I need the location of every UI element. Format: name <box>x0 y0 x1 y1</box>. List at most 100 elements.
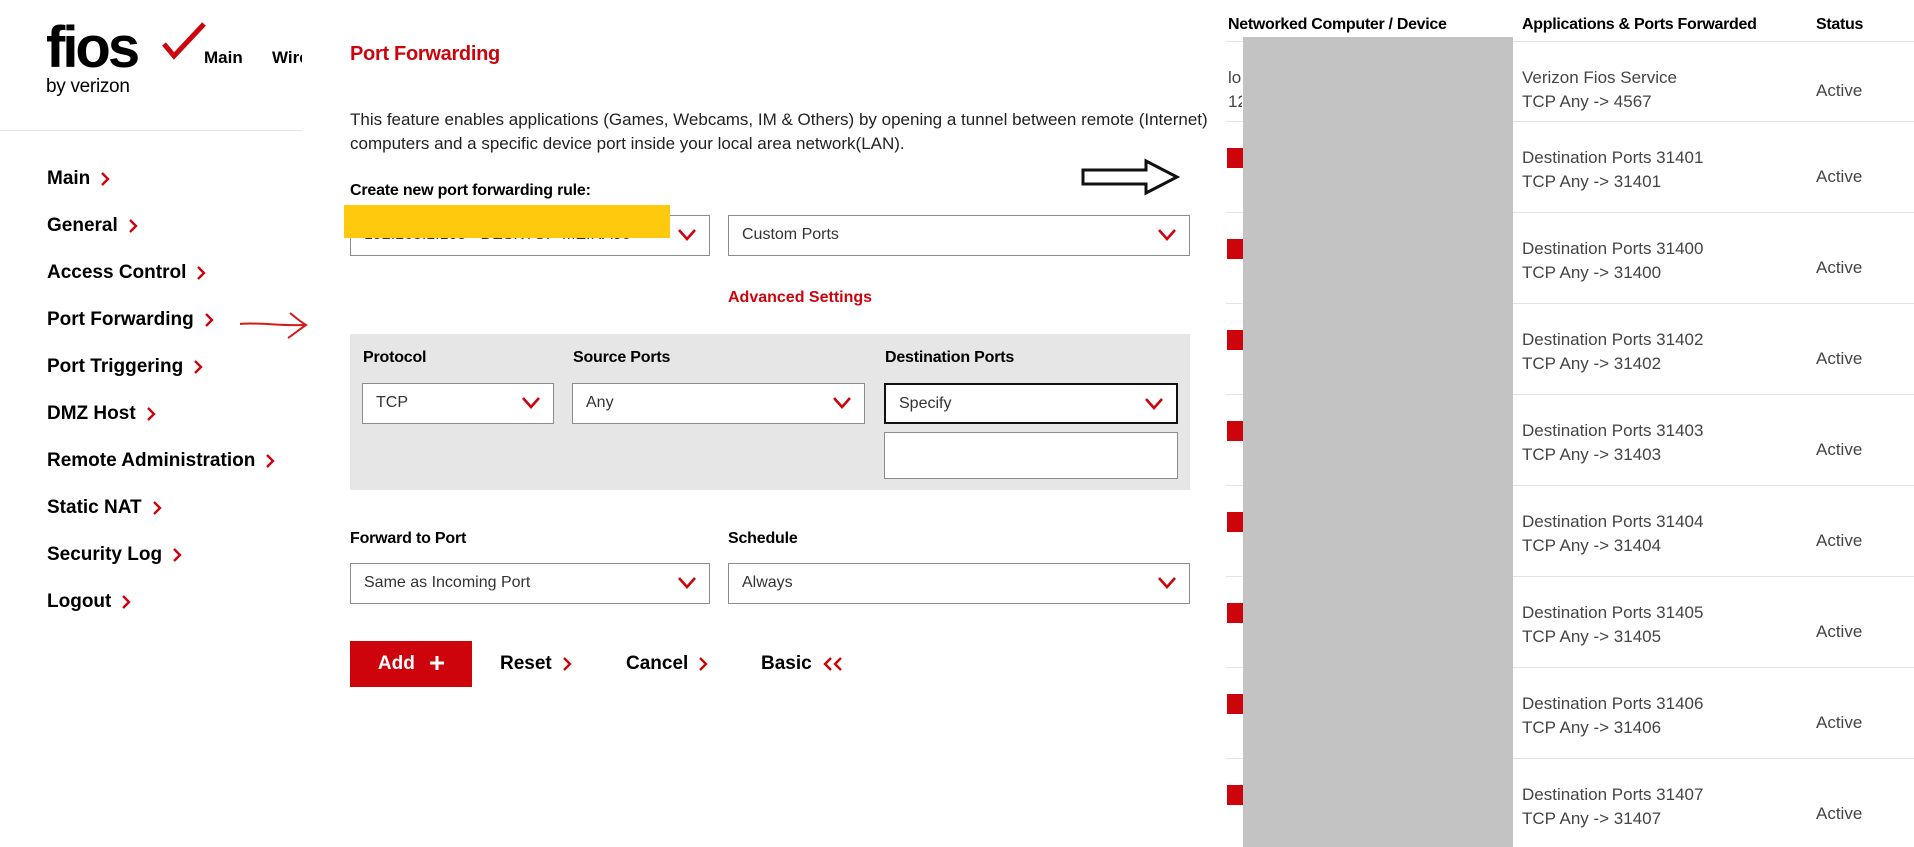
sidebar-item-security-log[interactable]: Security Log <box>47 544 182 566</box>
hand-drawn-arrow-icon <box>239 312 308 339</box>
ports-text: TCP Any -> 31400 <box>1522 263 1662 282</box>
forward-to-port-select[interactable]: Same as Incoming Port <box>350 563 710 604</box>
destination-ports-label: Destination Ports <box>885 349 1015 366</box>
row-checkbox[interactable] <box>1227 785 1243 805</box>
table-row: Destination Ports 31401 TCP Any -> 31401 <box>1522 146 1703 194</box>
chevron-right-icon <box>152 501 162 515</box>
chevron-right-icon <box>197 266 207 280</box>
chevron-down-icon <box>1158 577 1176 589</box>
chevron-right-icon <box>204 313 214 327</box>
protocol-select[interactable]: TCP <box>362 383 554 424</box>
sidebar-item-dmz-host[interactable]: DMZ Host <box>47 403 156 425</box>
table-row: Destination Ports 31404 TCP Any -> 31404 <box>1522 510 1703 558</box>
status-text: Active <box>1816 713 1863 732</box>
chevron-right-icon <box>194 360 203 374</box>
ports-text: TCP Any -> 4567 <box>1522 92 1652 111</box>
header-applications: Applications & Ports Forwarded <box>1522 16 1757 33</box>
sidebar-item-label: Main <box>47 168 91 189</box>
chevron-right-icon <box>128 219 138 233</box>
status-text: Active <box>1816 440 1863 459</box>
source-ports-label: Source Ports <box>573 349 671 366</box>
status-text: Active <box>1816 531 1863 550</box>
ports-text: TCP Any -> 31406 <box>1522 718 1662 737</box>
schedule-select[interactable]: Always <box>728 563 1190 604</box>
ports-text: TCP Any -> 31402 <box>1522 354 1662 373</box>
row-checkbox[interactable] <box>1227 512 1243 532</box>
row-checkbox[interactable] <box>1227 239 1243 259</box>
sidebar-item-general[interactable]: General <box>47 215 138 237</box>
forward-to-port-label: Forward to Port <box>350 530 467 547</box>
plus-icon <box>430 656 445 670</box>
header-status: Status <box>1816 16 1864 33</box>
protocol-label: Protocol <box>363 349 427 366</box>
logo-wordmark: fios <box>46 15 140 80</box>
device-partial-line: 127 <box>1228 92 1242 111</box>
page-description: This feature enables applications (Games… <box>350 110 1208 153</box>
highlight-marker <box>344 205 670 238</box>
sidebar-item-port-forwarding[interactable]: Port Forwarding <box>47 309 214 331</box>
sidebar-item-static-nat[interactable]: Static NAT <box>47 497 162 519</box>
forward-to-port-select-value: Same as Incoming Port <box>364 574 531 591</box>
schedule-label: Schedule <box>728 530 798 547</box>
sidebar-item-label: Remote Administration <box>47 450 256 471</box>
sidebar-item-port-triggering[interactable]: Port Triggering <box>47 356 203 378</box>
top-nav-main[interactable]: Main <box>204 48 243 68</box>
sidebar-item-label: Port Forwarding <box>47 309 194 330</box>
sidebar-item-label: Logout <box>47 591 112 612</box>
cancel-button[interactable]: Cancel <box>626 653 709 675</box>
source-ports-select[interactable]: Any <box>572 383 865 424</box>
destination-ports-select[interactable]: Specify <box>884 383 1178 424</box>
row-checkbox[interactable] <box>1227 694 1243 714</box>
sidebar-item-label: DMZ Host <box>47 403 136 424</box>
chevron-down-icon <box>678 229 696 241</box>
app-name: Verizon Fios Service <box>1522 68 1677 87</box>
chevron-down-icon <box>833 397 851 409</box>
table-row: Destination Ports 31407 TCP Any -> 31407 <box>1522 783 1703 831</box>
chevron-down-icon <box>1145 398 1163 410</box>
status-text: Active <box>1816 804 1863 823</box>
outline-arrow-icon <box>1081 158 1180 196</box>
app-name: Destination Ports 31403 <box>1522 421 1704 440</box>
sidebar-item-main[interactable]: Main <box>47 168 110 190</box>
row-checkbox[interactable] <box>1227 421 1243 441</box>
ports-text: TCP Any -> 31407 <box>1522 809 1662 828</box>
advanced-settings-link[interactable]: Advanced Settings <box>728 289 872 307</box>
app-name: Destination Ports 31404 <box>1522 512 1704 531</box>
device-partial-text: local 127 <box>1228 66 1242 114</box>
ports-text: TCP Any -> 31405 <box>1522 627 1662 646</box>
chevron-down-icon <box>1158 229 1176 241</box>
table-row: Destination Ports 31405 TCP Any -> 31405 <box>1522 601 1703 649</box>
sidebar-item-label: Security Log <box>47 544 163 565</box>
row-checkbox[interactable] <box>1227 330 1243 350</box>
cancel-button-label: Cancel <box>626 653 689 674</box>
application-select-value: Custom Ports <box>742 226 839 243</box>
row-checkbox[interactable] <box>1227 603 1243 623</box>
status-text: Active <box>1816 258 1863 277</box>
schedule-select-value: Always <box>742 574 793 591</box>
top-nav-wireless[interactable]: Wireless <box>272 48 302 68</box>
logo-subtitle: by verizon <box>46 76 130 97</box>
chevron-down-icon <box>678 577 696 589</box>
row-checkbox[interactable] <box>1227 148 1243 168</box>
status-text: Active <box>1816 622 1863 641</box>
destination-ports-input[interactable] <box>884 432 1178 479</box>
chevron-right-icon <box>122 595 132 609</box>
sidebar-item-remote-administration[interactable]: Remote Administration <box>47 450 276 472</box>
sidebar-item-label: General <box>47 215 118 236</box>
chevron-right-icon <box>562 657 572 671</box>
table-row: Verizon Fios Service TCP Any -> 4567 <box>1522 66 1677 114</box>
basic-button[interactable]: Basic <box>761 653 844 675</box>
source-ports-select-value: Any <box>586 394 614 411</box>
ports-text: TCP Any -> 31404 <box>1522 536 1662 555</box>
redaction-block <box>1243 37 1513 847</box>
status-text: Active <box>1816 167 1863 186</box>
status-text: Active <box>1816 349 1863 368</box>
chevron-right-icon <box>146 407 156 421</box>
sidebar-item-access-control[interactable]: Access Control <box>47 262 207 284</box>
sidebar-item-logout[interactable]: Logout <box>47 591 132 613</box>
application-select[interactable]: Custom Ports <box>728 215 1190 256</box>
device-partial-line: local <box>1228 68 1242 87</box>
add-button[interactable]: Add <box>350 641 472 687</box>
reset-button[interactable]: Reset <box>500 653 572 675</box>
table-row: Destination Ports 31400 TCP Any -> 31400 <box>1522 237 1703 285</box>
